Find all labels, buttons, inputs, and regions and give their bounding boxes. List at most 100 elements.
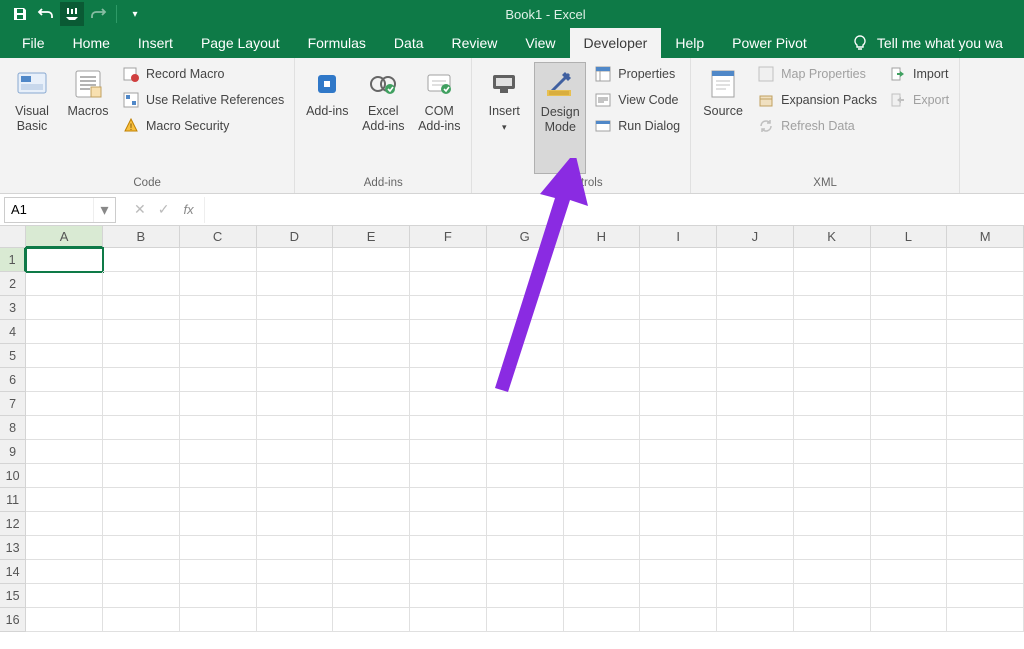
row-header[interactable]: 13 (0, 536, 26, 560)
cell[interactable] (487, 272, 564, 296)
tab-help[interactable]: Help (661, 28, 718, 58)
column-header[interactable]: L (871, 226, 948, 248)
cell[interactable] (333, 488, 410, 512)
cell[interactable] (947, 488, 1024, 512)
cell[interactable] (947, 248, 1024, 272)
cell[interactable] (717, 488, 794, 512)
cell[interactable] (871, 416, 948, 440)
cell[interactable] (794, 464, 871, 488)
cell[interactable] (717, 320, 794, 344)
tab-page-layout[interactable]: Page Layout (187, 28, 294, 58)
cell[interactable] (640, 512, 717, 536)
cell[interactable] (871, 512, 948, 536)
cell[interactable] (947, 608, 1024, 632)
cell[interactable] (487, 320, 564, 344)
cell[interactable] (26, 488, 103, 512)
cell[interactable] (794, 296, 871, 320)
cell[interactable] (26, 416, 103, 440)
cell[interactable] (640, 608, 717, 632)
cell[interactable] (410, 440, 487, 464)
cell[interactable] (257, 464, 334, 488)
cell[interactable] (487, 560, 564, 584)
com-addins-button[interactable]: COM Add-ins (413, 62, 465, 174)
column-header[interactable]: K (794, 226, 871, 248)
cell[interactable] (564, 584, 641, 608)
properties-button[interactable]: Properties (590, 62, 684, 86)
cell[interactable] (487, 440, 564, 464)
cell[interactable] (333, 392, 410, 416)
run-dialog-button[interactable]: Run Dialog (590, 114, 684, 138)
cancel-formula-icon[interactable]: ✕ (134, 201, 146, 218)
row-header[interactable]: 1 (0, 248, 26, 272)
cell[interactable] (871, 560, 948, 584)
cell[interactable] (794, 536, 871, 560)
column-header[interactable]: E (333, 226, 410, 248)
cell[interactable] (947, 512, 1024, 536)
cell[interactable] (564, 464, 641, 488)
cell[interactable] (103, 296, 180, 320)
cell[interactable] (564, 560, 641, 584)
cell[interactable] (410, 536, 487, 560)
cell[interactable] (487, 512, 564, 536)
row-header[interactable]: 15 (0, 584, 26, 608)
cell[interactable] (947, 320, 1024, 344)
cell[interactable] (26, 560, 103, 584)
cell[interactable] (180, 296, 257, 320)
tab-developer[interactable]: Developer (570, 28, 662, 58)
cell[interactable] (257, 272, 334, 296)
row-header[interactable]: 4 (0, 320, 26, 344)
cell[interactable] (947, 392, 1024, 416)
cell[interactable] (871, 272, 948, 296)
row-header[interactable]: 16 (0, 608, 26, 632)
cell[interactable] (103, 320, 180, 344)
tab-review[interactable]: Review (438, 28, 512, 58)
insert-controls-button[interactable]: Insert▾ (478, 62, 530, 174)
design-mode-button[interactable]: Design Mode (534, 62, 586, 174)
cell[interactable] (257, 344, 334, 368)
cell[interactable] (257, 440, 334, 464)
cell[interactable] (487, 608, 564, 632)
cell[interactable] (794, 416, 871, 440)
record-macro-button[interactable]: Record Macro (118, 62, 288, 86)
cell[interactable] (180, 464, 257, 488)
cell[interactable] (487, 392, 564, 416)
cell[interactable] (564, 416, 641, 440)
cell[interactable] (717, 560, 794, 584)
cell[interactable] (257, 584, 334, 608)
cell[interactable] (410, 512, 487, 536)
tab-formulas[interactable]: Formulas (294, 28, 380, 58)
cell[interactable] (871, 584, 948, 608)
cell[interactable] (564, 488, 641, 512)
macro-security-button[interactable]: ! Macro Security (118, 114, 288, 138)
cell[interactable] (180, 272, 257, 296)
undo-icon[interactable] (34, 2, 58, 26)
row-header[interactable]: 12 (0, 512, 26, 536)
column-header[interactable]: B (103, 226, 180, 248)
cell[interactable] (640, 248, 717, 272)
cell[interactable] (564, 296, 641, 320)
cell[interactable] (257, 320, 334, 344)
cell[interactable] (257, 296, 334, 320)
cell[interactable] (103, 344, 180, 368)
import-button[interactable]: Import (885, 62, 953, 86)
cell[interactable] (871, 248, 948, 272)
cell[interactable] (257, 560, 334, 584)
map-properties-button[interactable]: Map Properties (753, 62, 881, 86)
addins-button[interactable]: Add-ins (301, 62, 353, 174)
select-all-corner[interactable] (0, 226, 26, 248)
cell[interactable] (794, 248, 871, 272)
cell[interactable] (257, 368, 334, 392)
row-header[interactable]: 2 (0, 272, 26, 296)
cell[interactable] (640, 416, 717, 440)
cell[interactable] (564, 248, 641, 272)
refresh-data-button[interactable]: Refresh Data (753, 114, 881, 138)
cell[interactable] (26, 464, 103, 488)
cell[interactable] (410, 296, 487, 320)
cell[interactable] (180, 608, 257, 632)
excel-addins-button[interactable]: Excel Add-ins (357, 62, 409, 174)
cell[interactable] (103, 272, 180, 296)
row-header[interactable]: 11 (0, 488, 26, 512)
column-header[interactable]: J (717, 226, 794, 248)
tab-power-pivot[interactable]: Power Pivot (718, 28, 821, 58)
cell[interactable] (564, 536, 641, 560)
